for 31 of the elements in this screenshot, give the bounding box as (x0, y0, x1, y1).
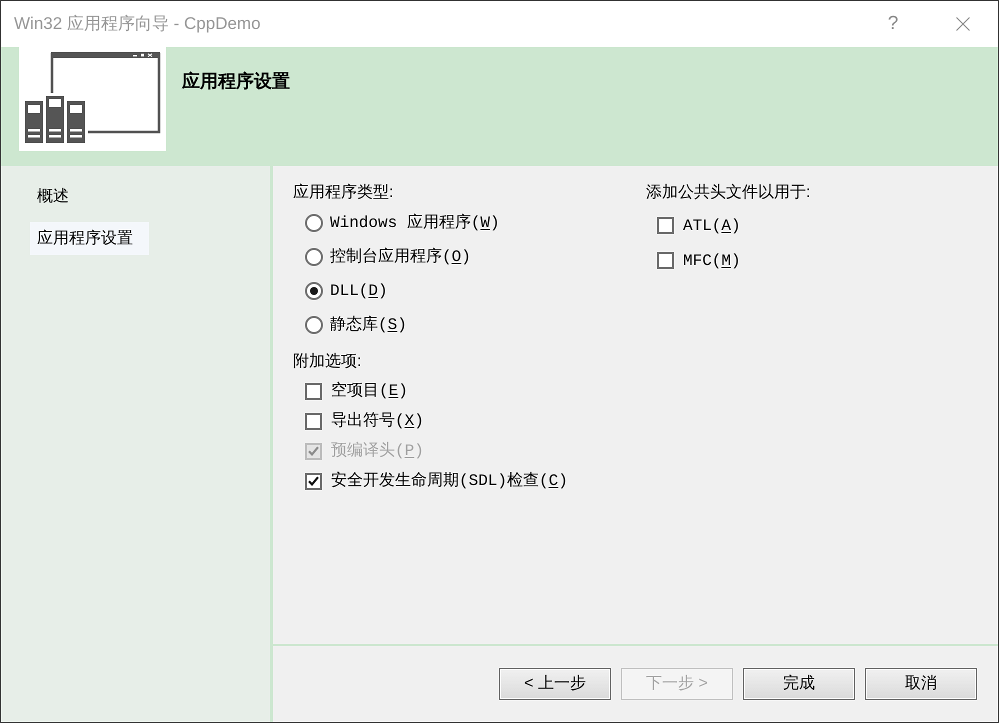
checkmark-icon (308, 446, 319, 456)
checkbox[interactable] (305, 472, 322, 490)
radio-button[interactable] (305, 248, 323, 266)
checkmark-icon (308, 476, 319, 486)
option-label[interactable]: DLL(D) (330, 281, 388, 301)
option-label[interactable]: MFC(M) (683, 250, 741, 270)
checkbox[interactable] (657, 217, 674, 234)
page-title: 应用程序设置 (182, 71, 290, 91)
option-label[interactable]: 安全开发生命周期(SDL)检查(C) (331, 471, 568, 491)
option-label[interactable]: 空项目(E) (331, 381, 408, 401)
section-heading: 应用程序类型: (293, 183, 394, 203)
window-title: Win32 应用程序向导 - CppDemo (14, 13, 261, 35)
option-label[interactable]: 控制台应用程序(O) (330, 247, 471, 267)
option-label[interactable]: ATL(A) (683, 216, 741, 236)
section-heading: 附加选项: (293, 352, 362, 372)
radio-button[interactable] (305, 282, 323, 300)
option-label[interactable]: 导出符号(X) (331, 411, 424, 431)
section-heading: 添加公共头文件以用于: (646, 183, 810, 203)
dialog-button[interactable]: 取消 (865, 668, 977, 700)
sidebar-item[interactable]: 应用程序设置 (30, 222, 149, 255)
sidebar-item[interactable]: 概述 (30, 180, 85, 213)
radio-button[interactable] (305, 316, 323, 334)
option-label[interactable]: Windows 应用程序(W) (330, 213, 500, 233)
checkbox[interactable] (305, 382, 322, 400)
dialog-button[interactable]: 完成 (743, 668, 855, 700)
checkbox[interactable] (657, 252, 674, 269)
close-icon (956, 17, 970, 31)
checkbox[interactable] (305, 412, 322, 430)
option-label[interactable]: 静态库(S) (330, 315, 407, 335)
radio-button[interactable] (305, 214, 323, 232)
dialog-button[interactable]: < 上一步 (499, 668, 611, 700)
